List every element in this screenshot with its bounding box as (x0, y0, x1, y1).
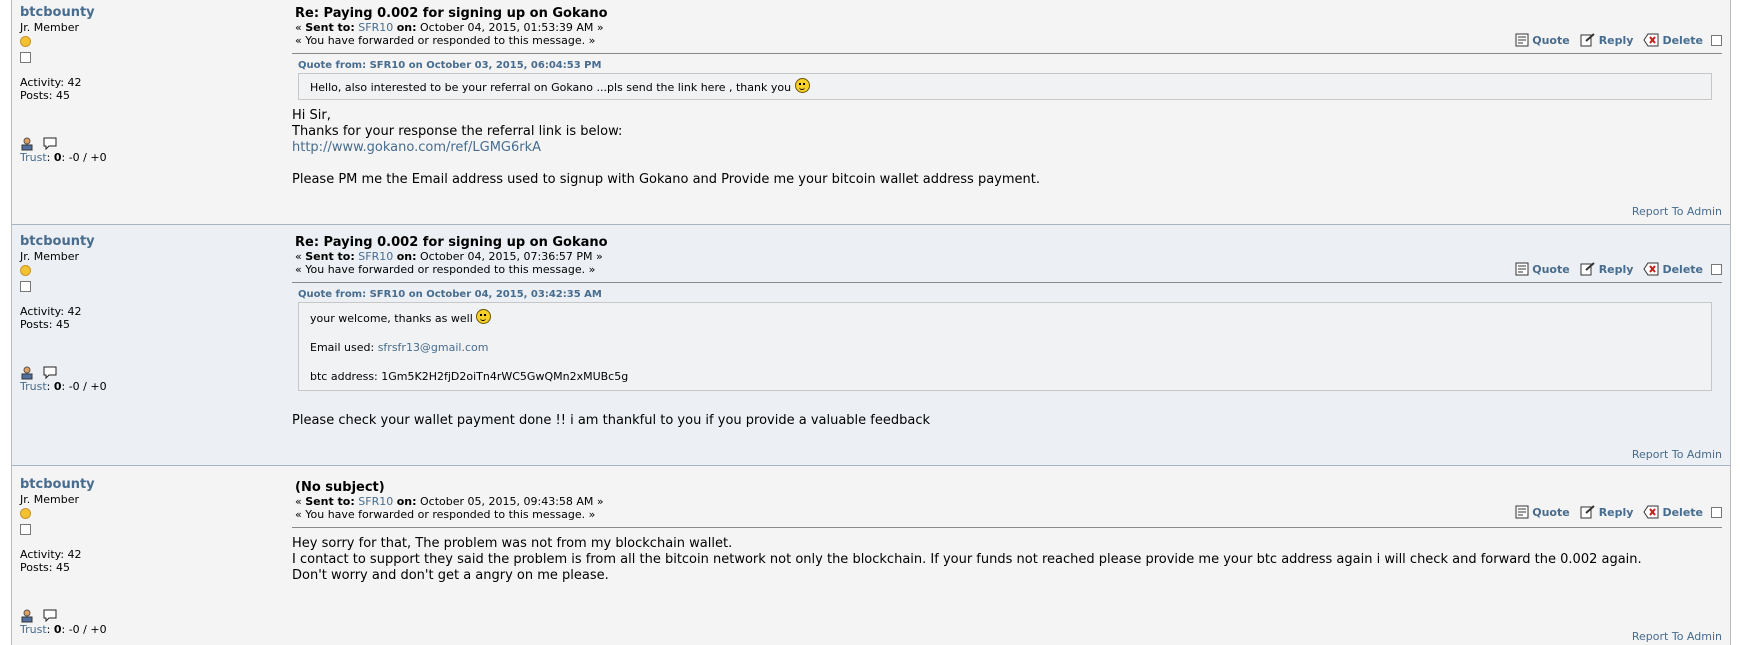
profile-icon[interactable] (20, 137, 34, 151)
recipient-link[interactable]: SFR10 (358, 250, 393, 263)
poster-icons (20, 366, 250, 380)
poster-rank: Jr. Member (20, 493, 79, 506)
delete-button[interactable]: Delete (1643, 505, 1703, 519)
message-body: Hi Sir, Thanks for your response the ref… (292, 108, 1040, 187)
rank-coin-icon (20, 36, 31, 47)
delete-icon (1643, 505, 1659, 519)
trust-link[interactable]: Trust (20, 151, 47, 164)
poster-info: btcbounty Jr. Member Activity: 42 Posts:… (20, 477, 250, 636)
message-post: btcbounty Jr. Member Activity: 42 Posts:… (12, 225, 1730, 466)
report-to-admin-link[interactable]: Report To Admin (1632, 630, 1722, 643)
poster-username[interactable]: btcbounty (20, 5, 250, 20)
delete-icon (1643, 262, 1659, 276)
delete-button[interactable]: Delete (1643, 33, 1703, 47)
poster-icons (20, 609, 250, 623)
recipient-link[interactable]: SFR10 (358, 495, 393, 508)
ignore-checkbox[interactable] (20, 52, 31, 63)
message-body: Please check your wallet payment done !!… (292, 413, 931, 428)
message-body: Hey sorry for that, The problem was not … (292, 536, 1642, 583)
profile-icon[interactable] (20, 609, 34, 623)
ignore-checkbox[interactable] (20, 281, 31, 292)
divider (292, 527, 1722, 528)
quote-icon (1515, 262, 1529, 276)
message-subject: (No subject) (295, 480, 385, 495)
reply-button[interactable]: Reply (1580, 505, 1633, 519)
reply-icon (1580, 505, 1595, 519)
reply-button[interactable]: Reply (1580, 33, 1633, 47)
message-content: (No subject) « Sent to: SFR10 on: Octobe… (292, 480, 1722, 584)
ignore-checkbox[interactable] (20, 524, 31, 535)
smiley-icon (476, 309, 492, 324)
referral-link[interactable]: http://www.gokano.com/ref/LGMG6rkA (292, 140, 541, 155)
rank-coin-icon (20, 508, 31, 519)
poster-activity: Activity: 42 (20, 305, 82, 318)
poster-posts: Posts: 45 (20, 318, 70, 331)
recipient-link[interactable]: SFR10 (358, 21, 393, 34)
reply-button[interactable]: Reply (1580, 262, 1633, 276)
quote-header[interactable]: Quote from: SFR10 on October 04, 2015, 0… (298, 289, 1722, 300)
trust-link[interactable]: Trust (20, 380, 47, 393)
email-link[interactable]: sfrsfr13@gmail.com (378, 341, 489, 354)
quote-header[interactable]: Quote from: SFR10 on October 03, 2015, 0… (298, 60, 1722, 71)
message-actions: Quote Reply Delete (1505, 262, 1722, 276)
delete-icon (1643, 33, 1659, 47)
divider (292, 282, 1722, 283)
select-checkbox[interactable] (1711, 34, 1722, 46)
profile-icon[interactable] (20, 366, 34, 380)
select-checkbox[interactable] (1711, 506, 1722, 518)
poster-info: btcbounty Jr. Member Activity: 42 Posts:… (20, 234, 250, 393)
quote-icon (1515, 33, 1529, 47)
report-to-admin-link[interactable]: Report To Admin (1632, 448, 1722, 461)
message-subject: Re: Paying 0.002 for signing up on Gokan… (295, 235, 608, 250)
poster-activity: Activity: 42 (20, 76, 82, 89)
message-icon[interactable] (43, 366, 57, 380)
message-icon[interactable] (43, 137, 57, 151)
poster-rank: Jr. Member (20, 21, 79, 34)
poster-icons (20, 137, 250, 151)
message-actions: Quote Reply Delete (1505, 505, 1722, 519)
smiley-icon (794, 78, 810, 93)
poster-trust: Trust: 0: -0 / +0 (20, 623, 107, 636)
report-to-admin-link[interactable]: Report To Admin (1632, 205, 1722, 218)
poster-trust: Trust: 0: -0 / +0 (20, 380, 107, 393)
divider (292, 53, 1722, 54)
quote-block: Hello, also interested to be your referr… (298, 73, 1712, 100)
poster-trust: Trust: 0: -0 / +0 (20, 151, 107, 164)
quote-button[interactable]: Quote (1515, 262, 1570, 276)
delete-button[interactable]: Delete (1643, 262, 1703, 276)
poster-username[interactable]: btcbounty (20, 477, 250, 492)
poster-posts: Posts: 45 (20, 561, 70, 574)
message-actions: Quote Reply Delete (1505, 33, 1722, 47)
poster-rank: Jr. Member (20, 250, 79, 263)
quote-block: your welcome, thanks as well Email used:… (298, 302, 1712, 391)
message-icon[interactable] (43, 609, 57, 623)
rank-coin-icon (20, 265, 31, 276)
poster-username[interactable]: btcbounty (20, 234, 250, 249)
message-list: btcbounty Jr. Member Activity: 42 Posts:… (11, 0, 1731, 645)
quote-button[interactable]: Quote (1515, 505, 1570, 519)
message-post: btcbounty Jr. Member Activity: 42 Posts:… (12, 0, 1730, 225)
trust-link[interactable]: Trust (20, 623, 47, 636)
reply-icon (1580, 33, 1595, 47)
select-checkbox[interactable] (1711, 263, 1722, 275)
poster-info: btcbounty Jr. Member Activity: 42 Posts:… (20, 5, 250, 164)
message-subject: Re: Paying 0.002 for signing up on Gokan… (295, 6, 608, 21)
message-post: btcbounty Jr. Member Activity: 42 Posts:… (12, 466, 1730, 645)
poster-posts: Posts: 45 (20, 89, 70, 102)
poster-activity: Activity: 42 (20, 548, 82, 561)
quote-button[interactable]: Quote (1515, 33, 1570, 47)
quote-icon (1515, 505, 1529, 519)
reply-icon (1580, 262, 1595, 276)
